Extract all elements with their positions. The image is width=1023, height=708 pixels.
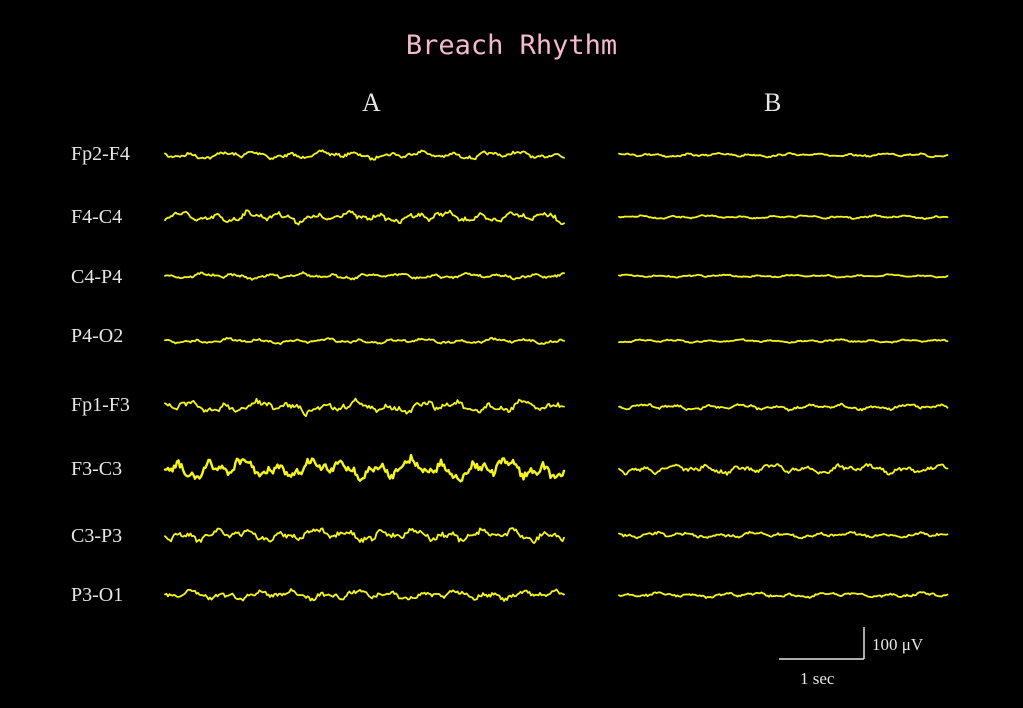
- trace-a-p3-o1: [164, 588, 565, 602]
- trace-b-c4-p4: [618, 273, 949, 279]
- amplitude-scale-label: 100 μV: [872, 635, 924, 654]
- trace-a-fp2-f4: [164, 149, 565, 161]
- trace-a-f4-c4: [164, 209, 565, 226]
- trace-a-c3-p3: [164, 527, 565, 544]
- trace-b-p3-o1: [618, 591, 949, 599]
- trace-b-fp1-f3: [618, 402, 949, 412]
- trace-b-f4-c4: [618, 213, 949, 221]
- trace-a-fp1-f3: [164, 397, 565, 418]
- eeg-traces: [163, 149, 949, 660]
- trace-a-f3-c3: [163, 453, 566, 483]
- trace-b-fp2-f4: [618, 151, 949, 159]
- eeg-figure: Breach Rhythm A B Fp2-F4 F4-C4 C4-P4 P4-…: [0, 0, 1023, 708]
- trace-a-p4-o2: [164, 336, 565, 346]
- time-scale-label: 1 sec: [800, 669, 835, 688]
- trace-b-c3-p3: [618, 530, 949, 540]
- trace-b-f3-c3: [618, 462, 949, 476]
- trace-b-p4-o2: [618, 338, 949, 344]
- trace-a-c4-p4: [164, 271, 565, 281]
